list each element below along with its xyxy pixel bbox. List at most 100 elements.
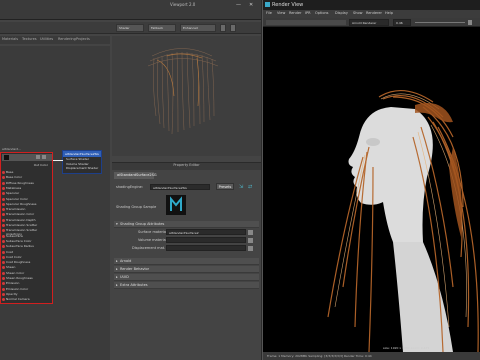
menu-renderer[interactable]: Renderer bbox=[366, 11, 382, 15]
section-render-behavior[interactable]: ▸ Render Behavior bbox=[114, 266, 259, 273]
attribute-row[interactable]: Sheen Roughness bbox=[1, 276, 52, 281]
input-port-icon[interactable] bbox=[2, 202, 5, 206]
input-port-icon[interactable] bbox=[2, 298, 5, 302]
attribute-row[interactable]: Opacity bbox=[1, 292, 52, 297]
tab-shading-group[interactable]: aiStandardSurface2SG bbox=[114, 172, 157, 179]
attribute-row[interactable]: Transmission Depth bbox=[1, 218, 52, 223]
node-mode-icon[interactable] bbox=[42, 155, 46, 159]
exposure-slider[interactable] bbox=[415, 22, 465, 23]
input-port-icon[interactable] bbox=[2, 208, 5, 212]
tab-projects[interactable]: Projects bbox=[76, 37, 90, 41]
toolbar-dropdown-2[interactable]: Fallback bbox=[148, 24, 176, 32]
attribute-row[interactable]: Transmission Scatter bbox=[1, 223, 52, 228]
menu-file[interactable]: File bbox=[266, 11, 272, 15]
input-port-icon[interactable] bbox=[2, 192, 5, 196]
input-port-icon[interactable] bbox=[2, 234, 5, 238]
minimize-button[interactable]: — bbox=[236, 2, 241, 8]
attribute-row[interactable]: Coat Color bbox=[1, 255, 52, 260]
input-port-icon[interactable] bbox=[2, 186, 5, 190]
toolbar-end-icon[interactable] bbox=[468, 20, 472, 25]
tab-textures[interactable]: Textures bbox=[22, 37, 37, 41]
section-uuid[interactable]: ▸ UUID bbox=[114, 274, 259, 281]
input-port-icon[interactable] bbox=[2, 218, 5, 222]
attribute-row[interactable]: Specular Roughness bbox=[1, 202, 52, 207]
attribute-row[interactable]: Emission bbox=[1, 281, 52, 286]
attribute-row[interactable]: Specular bbox=[1, 191, 52, 196]
input-port-icon[interactable] bbox=[2, 245, 5, 249]
input-port-icon[interactable] bbox=[2, 282, 5, 286]
attribute-row[interactable]: Subsurface Radius bbox=[1, 244, 52, 249]
attribute-row[interactable]: Base bbox=[1, 170, 52, 175]
input-port-icon[interactable] bbox=[2, 250, 5, 254]
map-button-icon[interactable] bbox=[248, 238, 253, 243]
tab-rendering[interactable]: Rendering bbox=[58, 37, 76, 41]
sg-displacement-port[interactable]: Displacement Shader bbox=[63, 166, 101, 171]
input-port-icon[interactable] bbox=[2, 266, 5, 270]
input-port-icon[interactable] bbox=[2, 255, 5, 259]
attribute-row[interactable]: Transmission Scatter Anisotropy bbox=[1, 228, 52, 236]
map-button-icon[interactable] bbox=[248, 230, 253, 235]
link-icon[interactable]: ⇄ bbox=[248, 184, 252, 190]
toolbar-icon[interactable] bbox=[230, 24, 236, 32]
menu-help[interactable]: Help bbox=[385, 11, 393, 15]
attribute-row[interactable]: Transmission bbox=[1, 207, 52, 212]
shader-node[interactable]: Out Color Base Base Color Diffuse Roughnes… bbox=[0, 152, 53, 304]
presets-button[interactable]: Presets bbox=[216, 183, 234, 190]
menu-render[interactable]: Render bbox=[289, 11, 301, 15]
input-port-icon[interactable] bbox=[2, 277, 5, 280]
camera-dropdown[interactable]: Arnold Renderer bbox=[349, 19, 389, 26]
attribute-row[interactable]: Metalness bbox=[1, 186, 52, 191]
attribute-row[interactable]: Base Color bbox=[1, 175, 52, 180]
close-button[interactable]: ✕ bbox=[249, 2, 253, 8]
node-mode-icon[interactable] bbox=[36, 155, 40, 159]
input-port-icon[interactable] bbox=[2, 171, 5, 174]
attribute-row[interactable]: Subsurface bbox=[1, 234, 52, 239]
attribute-row[interactable]: Sheen bbox=[1, 265, 52, 270]
shading-engine-field[interactable]: aiStandardSurface2SG bbox=[150, 184, 210, 190]
attribute-row[interactable]: Sheen Color bbox=[1, 271, 52, 276]
attribute-row[interactable]: Diffuse Roughness bbox=[1, 181, 52, 186]
attribute-row[interactable]: Emission Color bbox=[1, 287, 52, 292]
viewport[interactable] bbox=[112, 36, 261, 156]
menu-display[interactable]: Display bbox=[335, 11, 348, 15]
attribute-row[interactable]: Transmission Color bbox=[1, 212, 52, 217]
input-port-icon[interactable] bbox=[2, 176, 5, 180]
tab-utilities[interactable]: Utilities bbox=[40, 37, 53, 41]
input-port-icon[interactable] bbox=[2, 292, 5, 296]
section-shading-group-attributes[interactable]: ▾ Shading Group Attributes bbox=[114, 221, 259, 228]
input-port-icon[interactable] bbox=[2, 261, 5, 265]
input-port-icon[interactable] bbox=[2, 213, 5, 217]
toolbar-dropdown-3[interactable]: Enhanced bbox=[180, 24, 216, 32]
attribute-row[interactable]: Specular Color bbox=[1, 197, 52, 202]
node-output[interactable]: Out Color bbox=[1, 163, 52, 168]
displacement-material-field[interactable] bbox=[166, 245, 246, 251]
toolbar-icon[interactable] bbox=[220, 24, 226, 32]
toolbar-dropdown-1[interactable]: Shader bbox=[116, 24, 144, 32]
input-port-icon[interactable] bbox=[2, 287, 5, 291]
attribute-row[interactable]: Coat bbox=[1, 250, 52, 255]
section-arnold[interactable]: ▸ Arnold bbox=[114, 258, 259, 265]
surface-material-field[interactable]: aiStandardSurface2 bbox=[166, 229, 246, 235]
input-port-icon[interactable] bbox=[2, 229, 5, 233]
attribute-row[interactable]: Normal Camera bbox=[1, 297, 52, 302]
menu-ipr[interactable]: IPR bbox=[305, 11, 311, 15]
section-extra-attributes[interactable]: ▸ Extra Attributes bbox=[114, 282, 259, 289]
attribute-row[interactable]: Subsurface Color bbox=[1, 239, 52, 244]
input-port-icon[interactable] bbox=[2, 197, 5, 201]
input-port-icon[interactable] bbox=[2, 271, 5, 275]
volume-material-field[interactable] bbox=[166, 237, 246, 243]
render-image[interactable] bbox=[303, 27, 480, 352]
menu-view[interactable]: View bbox=[277, 11, 285, 15]
input-port-icon[interactable] bbox=[2, 181, 5, 185]
input-port-icon[interactable] bbox=[2, 239, 5, 243]
focus-icon[interactable]: ⇲ bbox=[239, 184, 243, 190]
shading-group-node[interactable]: aiStandardSurface2SG Surface Shader Volu… bbox=[62, 150, 102, 174]
exposure-field[interactable]: 0.46 bbox=[393, 19, 411, 26]
render-toolbar-icons[interactable] bbox=[266, 20, 346, 25]
attribute-row[interactable]: Coat Roughness bbox=[1, 260, 52, 265]
map-button-icon[interactable] bbox=[248, 246, 253, 251]
menu-show[interactable]: Show bbox=[353, 11, 362, 15]
input-port-icon[interactable] bbox=[2, 224, 5, 227]
menu-options[interactable]: Options bbox=[315, 11, 329, 15]
tab-materials[interactable]: Materials bbox=[2, 37, 18, 41]
